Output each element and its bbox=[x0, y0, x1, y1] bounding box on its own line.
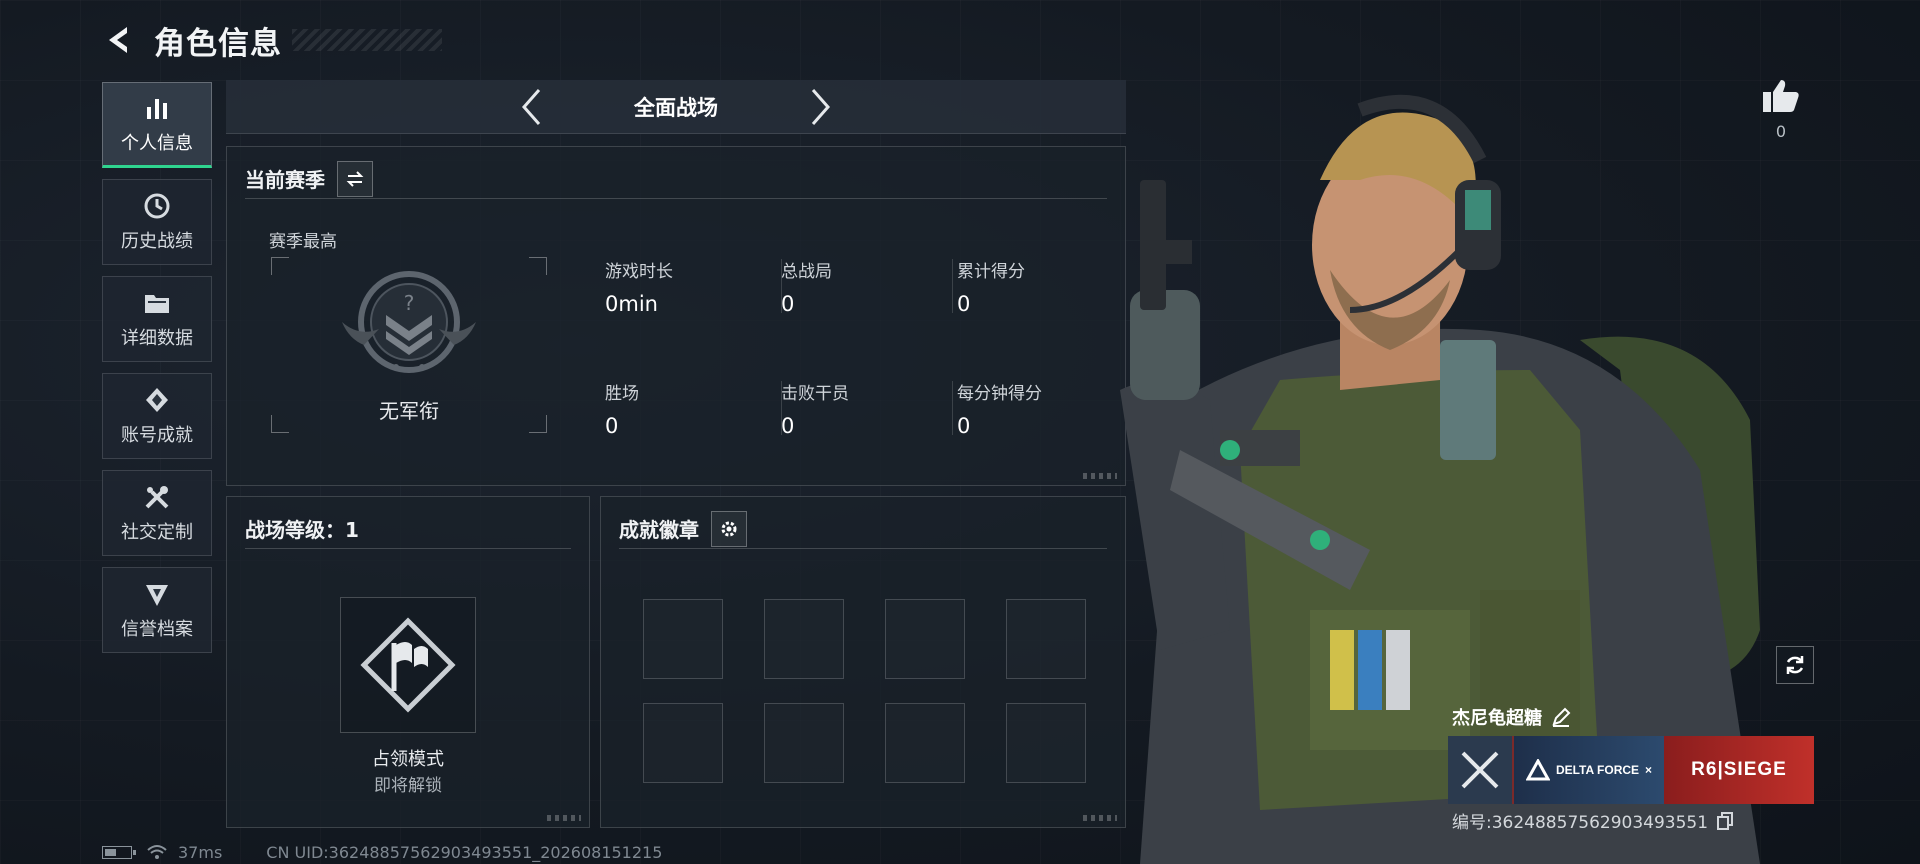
sidebar-item-label: 历史战绩 bbox=[121, 231, 193, 252]
stat-total-matches: 总战局 0 bbox=[781, 257, 941, 316]
stat-wins: 胜场 0 bbox=[605, 379, 765, 438]
sidebar-item-label: 详细数据 bbox=[121, 328, 193, 349]
battlefield-level-panel: 战场等级：1 占领模式 即将解锁 bbox=[226, 496, 590, 828]
header: 角色信息 bbox=[100, 18, 442, 62]
tools-icon bbox=[145, 486, 169, 509]
player-id-row: 编号:3624885756290349355​1 bbox=[1452, 808, 1734, 833]
mode-name: 占领模式 bbox=[372, 749, 444, 770]
sidebar-item-label: 个人信息 bbox=[121, 133, 193, 154]
mode-title: 全面战场 bbox=[634, 95, 718, 120]
player-id: 编号:3624885756290349355​1 bbox=[1452, 813, 1709, 833]
crossed-swords-emblem bbox=[1448, 736, 1514, 804]
title-decoration bbox=[292, 29, 442, 51]
sidebar-item-personal-info[interactable]: 个人信息 bbox=[102, 82, 212, 168]
stat-playtime: 游戏时长 0min bbox=[605, 257, 765, 316]
stat-label: 总战局 bbox=[781, 262, 832, 282]
sidebar-item-label: 账号成就 bbox=[121, 425, 193, 446]
stat-label: 游戏时长 bbox=[605, 262, 673, 282]
back-arrow-icon bbox=[109, 27, 127, 53]
flag-diamond-icon bbox=[360, 617, 456, 713]
mode-switcher: 全面战场 bbox=[226, 80, 1126, 134]
achievement-badges-panel: 成就徽章 bbox=[600, 496, 1126, 828]
badges-title: 成就徽章 bbox=[619, 518, 699, 542]
name-card-banner[interactable]: DELTA FORCE × R6|SIEGE bbox=[1448, 736, 1814, 804]
wifi-icon bbox=[147, 845, 167, 859]
history-icon bbox=[144, 193, 170, 219]
chevron-right-icon bbox=[811, 88, 831, 125]
back-button[interactable] bbox=[100, 20, 140, 60]
sidebar-item-credibility[interactable]: 信誉档案 bbox=[102, 567, 212, 653]
chevron-left-icon bbox=[521, 88, 541, 125]
stat-value: 0 bbox=[781, 292, 795, 316]
stat-value: 0 bbox=[605, 414, 619, 438]
sidebar-item-detailed-data[interactable]: 详细数据 bbox=[102, 276, 212, 362]
badge-slot[interactable] bbox=[764, 703, 844, 783]
crossed-swords-icon bbox=[1461, 751, 1499, 789]
refresh-icon bbox=[1786, 656, 1804, 674]
badge-settings-button[interactable] bbox=[711, 510, 747, 547]
like-count: 0 bbox=[1775, 122, 1787, 141]
delta-triangle-icon bbox=[1525, 759, 1550, 781]
season-title: 当前赛季 bbox=[245, 168, 325, 192]
edit-icon[interactable] bbox=[1550, 706, 1572, 728]
bar-chart-icon bbox=[147, 99, 167, 119]
sidebar: 个人信息 历史战绩 详细数据 账号成就 社交定制 信誉档案 bbox=[102, 82, 212, 664]
player-name-row: 杰尼龟超糖 bbox=[1452, 704, 1572, 730]
stat-label: 胜场 bbox=[605, 384, 639, 404]
player-name: 杰尼龟超糖 bbox=[1452, 708, 1542, 729]
folder-icon bbox=[145, 295, 169, 313]
sidebar-item-history[interactable]: 历史战绩 bbox=[102, 179, 212, 265]
stat-label: 击败干员 bbox=[781, 384, 849, 404]
sidebar-item-achievements[interactable]: 账号成就 bbox=[102, 373, 212, 459]
level-title: 战场等级：1 bbox=[245, 518, 359, 542]
corner-decoration bbox=[547, 815, 581, 821]
svg-text:?: ? bbox=[404, 291, 415, 315]
badge-slot[interactable] bbox=[643, 703, 723, 783]
badge-slot[interactable] bbox=[885, 703, 965, 783]
badge-slot[interactable] bbox=[885, 599, 965, 679]
rank-display: ? 无军衔 bbox=[271, 257, 547, 433]
achievement-icon bbox=[146, 388, 168, 412]
mode-prev-button[interactable] bbox=[511, 82, 551, 132]
badge-slot[interactable] bbox=[643, 599, 723, 679]
brand-right-text: R6|SIEGE bbox=[1691, 759, 1787, 780]
stat-separator bbox=[952, 381, 953, 435]
stat-operators-defeated: 击败干员 0 bbox=[781, 379, 941, 438]
stat-value: 0 bbox=[781, 414, 795, 438]
stat-separator bbox=[952, 259, 953, 313]
stat-value: 0min bbox=[605, 292, 658, 316]
copy-icon[interactable] bbox=[1716, 811, 1734, 830]
page-title: 角色信息 bbox=[154, 25, 282, 62]
badge-slot[interactable] bbox=[764, 599, 844, 679]
sidebar-item-label: 社交定制 bbox=[121, 522, 193, 543]
occupy-mode-tile[interactable] bbox=[340, 597, 476, 733]
delta-force-logo: DELTA FORCE × bbox=[1514, 736, 1664, 804]
season-best-label: 赛季最高 bbox=[269, 232, 337, 252]
status-footer: 37ms CN UID:36248857562903493551_2026081… bbox=[102, 842, 662, 862]
thumbs-up-icon bbox=[1763, 80, 1799, 112]
sidebar-item-social-custom[interactable]: 社交定制 bbox=[102, 470, 212, 556]
refresh-button[interactable] bbox=[1776, 646, 1814, 684]
ping-value: 37ms bbox=[178, 842, 223, 862]
sidebar-item-label: 信誉档案 bbox=[121, 619, 193, 640]
swap-icon bbox=[346, 170, 364, 187]
mode-status: 即将解锁 bbox=[374, 776, 442, 796]
mode-next-button[interactable] bbox=[801, 82, 841, 132]
season-panel-header: 当前赛季 bbox=[245, 159, 1107, 199]
like-widget[interactable]: 0 bbox=[1756, 78, 1806, 141]
season-panel: 当前赛季 赛季最高 ? 无军衔 游戏时长 0min 总战局 0 累计得分 0 胜… bbox=[226, 146, 1126, 486]
battery-icon bbox=[102, 845, 136, 859]
rank-name: 无军衔 bbox=[379, 399, 439, 423]
level-panel-header: 战场等级：1 bbox=[245, 509, 571, 549]
rank-emblem-icon: ? bbox=[342, 271, 476, 373]
uid-text: CN UID:36248857562903493551_202608151215 bbox=[266, 842, 663, 862]
brand-cross-text: × bbox=[1645, 763, 1653, 777]
r6-siege-logo: R6|SIEGE bbox=[1664, 736, 1814, 804]
credibility-icon bbox=[146, 585, 168, 606]
badges-panel-header: 成就徽章 bbox=[619, 509, 1107, 549]
brand-left-text: DELTA FORCE bbox=[1555, 763, 1640, 777]
gear-icon bbox=[721, 521, 737, 536]
switch-season-button[interactable] bbox=[337, 160, 373, 197]
